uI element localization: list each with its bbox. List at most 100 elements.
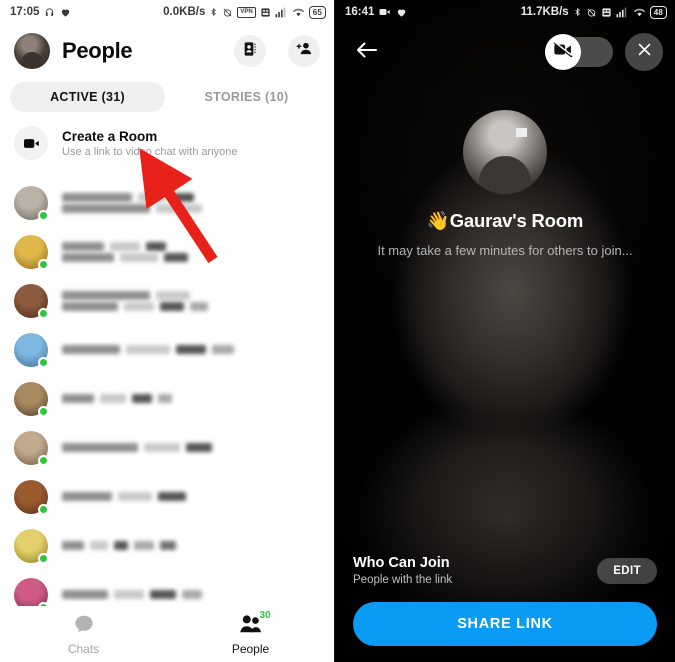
people-tabs: ACTIVE (31) STORIES (10) bbox=[0, 78, 334, 120]
room-subtitle: It may take a few minutes for others to … bbox=[377, 243, 633, 258]
room-title: 👋Gaurav's Room bbox=[335, 210, 675, 232]
edit-button[interactable]: EDIT bbox=[597, 557, 657, 584]
active-contacts-list[interactable] bbox=[0, 178, 334, 606]
avatar[interactable] bbox=[14, 33, 50, 69]
alarm-off-icon bbox=[222, 7, 233, 18]
online-status-dot bbox=[38, 552, 49, 564]
person-add-icon bbox=[296, 40, 313, 62]
online-status-dot bbox=[38, 503, 49, 515]
signal-icon bbox=[616, 7, 629, 18]
list-item[interactable] bbox=[0, 325, 334, 374]
video-off-icon bbox=[553, 41, 573, 63]
contacts-book-button[interactable] bbox=[234, 35, 266, 67]
wave-emoji: 👋 bbox=[426, 210, 450, 231]
contact-name-redacted bbox=[62, 241, 188, 262]
room-host-avatar bbox=[463, 110, 547, 194]
online-status-dot bbox=[38, 356, 49, 368]
room-top-bar bbox=[335, 24, 675, 80]
avatar[interactable] bbox=[14, 479, 49, 515]
bottom-nav-people-label: People bbox=[231, 641, 270, 656]
contact-name-redacted bbox=[62, 492, 186, 501]
heart-icon bbox=[396, 7, 407, 18]
share-link-button[interactable]: SHARE LINK bbox=[353, 602, 657, 646]
video-toggle-knob bbox=[545, 34, 581, 70]
room-info: 👋Gaurav's Room It may take a few minutes… bbox=[335, 110, 675, 258]
list-item[interactable] bbox=[0, 374, 334, 423]
back-button[interactable] bbox=[347, 32, 387, 72]
video-camera-icon bbox=[14, 126, 48, 160]
battery-indicator: 65 bbox=[308, 5, 326, 19]
online-status-dot bbox=[38, 307, 49, 319]
who-can-join-row: Who Can Join People with the link EDIT bbox=[353, 555, 657, 586]
status-time: 17:05 bbox=[10, 6, 40, 18]
battery-indicator: 48 bbox=[649, 5, 667, 19]
messenger-people-screen: 17:05 0.0KB/s VPN 65 People ACTIVE (31) … bbox=[0, 0, 335, 662]
contact-name-redacted bbox=[62, 394, 172, 403]
data-rate-label: 0.0KB/s bbox=[163, 6, 206, 18]
avatar[interactable] bbox=[14, 577, 49, 606]
avatar[interactable] bbox=[14, 283, 49, 319]
room-bottom-section: Who Can Join People with the link EDIT S… bbox=[335, 555, 675, 662]
bottom-nav-chats-label: Chats bbox=[67, 641, 100, 656]
online-status-dot bbox=[38, 209, 49, 221]
online-status-dot bbox=[38, 405, 49, 417]
status-bar-right: 16:41 11.7KB/s 48 bbox=[335, 0, 675, 24]
avatar[interactable] bbox=[14, 528, 49, 564]
avatar[interactable] bbox=[14, 332, 49, 368]
contact-name-redacted bbox=[62, 290, 208, 311]
data-rate-label: 11.7KB/s bbox=[520, 6, 569, 18]
messenger-room-screen: 16:41 11.7KB/s 48 👋Gaurav's Room It may … bbox=[335, 0, 675, 662]
avatar[interactable] bbox=[14, 234, 49, 270]
list-item[interactable] bbox=[0, 178, 334, 227]
contact-name-redacted bbox=[62, 345, 234, 354]
list-item[interactable] bbox=[0, 472, 334, 521]
wifi-icon bbox=[633, 7, 646, 18]
wifi-icon bbox=[292, 7, 305, 18]
video-camera-icon bbox=[379, 7, 391, 17]
close-button[interactable] bbox=[625, 33, 663, 71]
status-bar-left: 17:05 0.0KB/s VPN 65 bbox=[0, 0, 334, 24]
people-header: People bbox=[0, 24, 334, 78]
video-toggle[interactable] bbox=[545, 34, 613, 70]
vpn-icon: VPN bbox=[237, 6, 256, 18]
bluetooth-icon bbox=[209, 6, 218, 18]
list-item[interactable] bbox=[0, 423, 334, 472]
tab-active[interactable]: ACTIVE (31) bbox=[10, 82, 165, 112]
create-room-title: Create a Room bbox=[62, 128, 158, 144]
add-person-button[interactable] bbox=[288, 35, 320, 67]
dual-screenshot: 17:05 0.0KB/s VPN 65 People ACTIVE (31) … bbox=[0, 0, 675, 662]
heart-icon bbox=[60, 7, 71, 18]
status-time: 16:41 bbox=[345, 6, 375, 18]
avatar[interactable] bbox=[14, 430, 49, 466]
bottom-nav-people[interactable]: 30 People bbox=[167, 609, 334, 656]
close-x-icon bbox=[636, 41, 653, 63]
address-book-icon bbox=[242, 41, 258, 62]
who-can-join-title: Who Can Join bbox=[353, 555, 450, 571]
avatar[interactable] bbox=[14, 185, 49, 221]
tab-stories[interactable]: STORIES (10) bbox=[169, 82, 324, 112]
signal-icon bbox=[275, 7, 288, 18]
bottom-navigation: Chats 30 People bbox=[0, 606, 334, 662]
alarm-off-icon bbox=[586, 7, 597, 18]
room-title-text: Gaurav's Room bbox=[449, 210, 584, 231]
people-badge: 30 bbox=[259, 609, 271, 621]
create-room-subtitle: Use a link to video chat with anyone bbox=[62, 145, 238, 158]
online-status-dot bbox=[38, 454, 49, 466]
chat-bubble-icon bbox=[73, 613, 95, 640]
who-can-join-subtitle: People with the link bbox=[353, 574, 453, 586]
list-item[interactable] bbox=[0, 521, 334, 570]
create-a-room-row[interactable]: Create a Room Use a link to video chat w… bbox=[0, 120, 334, 170]
contact-name-redacted bbox=[62, 541, 176, 550]
online-status-dot bbox=[38, 258, 49, 270]
avatar[interactable] bbox=[14, 381, 49, 417]
bluetooth-icon bbox=[573, 6, 582, 18]
arrow-left-icon bbox=[355, 40, 379, 65]
list-item[interactable] bbox=[0, 227, 334, 276]
headphone-icon bbox=[44, 7, 55, 18]
list-item[interactable] bbox=[0, 276, 334, 325]
sim-icon bbox=[601, 7, 612, 18]
contact-name-redacted bbox=[62, 590, 202, 599]
bottom-nav-chats[interactable]: Chats bbox=[0, 613, 167, 656]
sim-icon bbox=[260, 7, 271, 18]
list-item[interactable] bbox=[0, 570, 334, 606]
